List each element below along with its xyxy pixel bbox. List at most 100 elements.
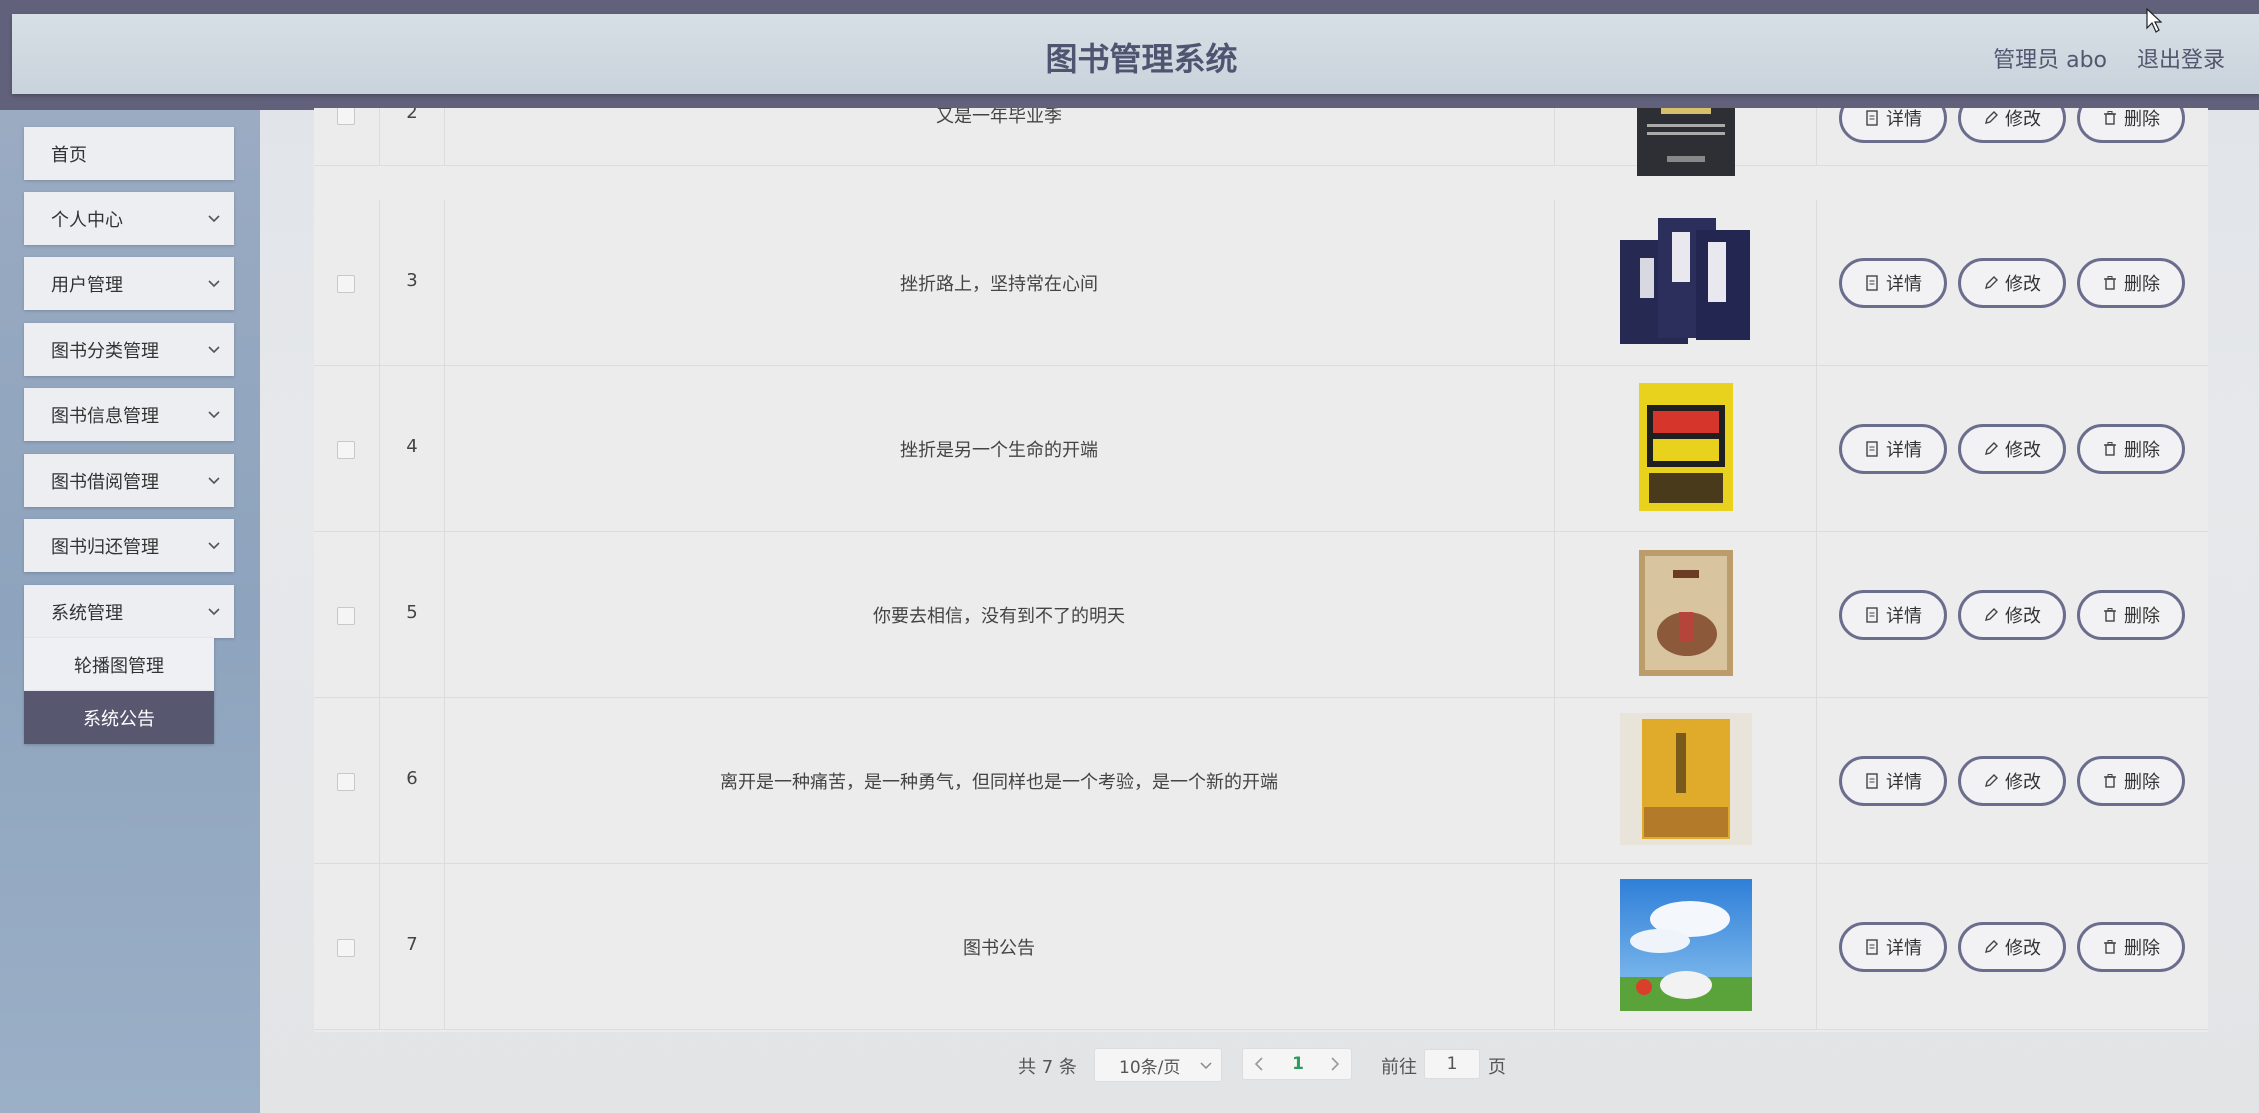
logout-link[interactable]: 退出登录	[2137, 42, 2225, 74]
sidebar-item-system[interactable]: 系统管理	[24, 585, 234, 638]
sidebar-item-book-borrow[interactable]: 图书借阅管理	[24, 454, 234, 507]
sidebar-item-users[interactable]: 用户管理	[24, 257, 234, 310]
delete-label: 删除	[2124, 274, 2160, 295]
total-count: 共 7 条	[1018, 1057, 1077, 1078]
edit-button[interactable]: 修改	[1958, 258, 2066, 308]
submenu-item-label: 系统公告	[83, 708, 155, 730]
row-title: 离开是一种痛苦，是一种勇气，但同样也是一个考验，是一个新的开端	[720, 772, 1278, 793]
goto-page-input[interactable]: 1	[1424, 1049, 1480, 1079]
document-icon	[1866, 939, 1878, 955]
pencil-icon	[1985, 442, 1998, 455]
header-overlay: 图书管理系统 管理员 abo 退出登录	[12, 14, 2259, 94]
submenu-item-carousel[interactable]: 轮播图管理	[24, 638, 214, 691]
sidebar-item-label: 系统管理	[51, 602, 123, 624]
sidebar-item-book-info[interactable]: 图书信息管理	[24, 388, 234, 441]
page-navigator: 1	[1242, 1048, 1352, 1080]
detail-label: 详情	[1886, 274, 1922, 295]
table-row: 7 图书公告 详情 修改 删除	[314, 864, 2208, 1030]
delete-button[interactable]: 删除	[2077, 756, 2185, 806]
book-cover-image	[1620, 215, 1752, 347]
chevron-down-icon	[208, 607, 220, 615]
row-index: 7	[406, 934, 418, 955]
delete-button[interactable]: 删除	[2077, 922, 2185, 972]
table-row: 3 挫折路上，坚持常在心间 详情 修改 删除	[314, 200, 2208, 366]
detail-label: 详情	[1886, 109, 1922, 130]
row-title: 你要去相信，没有到不了的明天	[873, 606, 1125, 627]
table-row: 5 你要去相信，没有到不了的明天 详情 修改 删除	[314, 532, 2208, 698]
mouse-cursor-icon	[2146, 8, 2162, 33]
detail-button[interactable]: 详情	[1839, 922, 1947, 972]
page-title: 图书管理系统	[1045, 40, 1238, 78]
delete-label: 删除	[2124, 109, 2160, 130]
delete-button[interactable]: 删除	[2077, 590, 2185, 640]
row-checkbox[interactable]	[337, 607, 355, 625]
sidebar-item-personal-center[interactable]: 个人中心	[24, 192, 234, 245]
detail-button[interactable]: 详情	[1839, 590, 1947, 640]
pencil-icon	[1985, 940, 1998, 953]
row-checkbox[interactable]	[337, 107, 355, 125]
pencil-icon	[1985, 774, 1998, 787]
pagination: 共 7 条 10条/页 1 前往 1 页	[0, 1036, 2259, 1096]
row-checkbox[interactable]	[337, 939, 355, 957]
detail-button[interactable]: 详情	[1839, 424, 1947, 474]
document-icon	[1866, 110, 1878, 126]
table-row: 6 离开是一种痛苦，是一种勇气，但同样也是一个考验，是一个新的开端 详情 修改 …	[314, 698, 2208, 864]
book-cover-image	[1620, 381, 1752, 513]
row-index: 5	[406, 602, 418, 623]
document-icon	[1866, 773, 1878, 789]
book-cover-image	[1620, 96, 1752, 176]
page-size-select[interactable]: 10条/页	[1094, 1048, 1222, 1082]
delete-label: 删除	[2124, 606, 2160, 627]
row-checkbox[interactable]	[337, 275, 355, 293]
sidebar-item-book-return[interactable]: 图书归还管理	[24, 519, 234, 572]
edit-label: 修改	[2005, 440, 2041, 461]
submenu-item-label: 轮播图管理	[74, 655, 164, 677]
edit-label: 修改	[2005, 606, 2041, 627]
delete-label: 删除	[2124, 938, 2160, 959]
trash-icon	[2104, 608, 2116, 622]
chevron-down-icon	[208, 214, 220, 222]
pencil-icon	[1985, 111, 1998, 124]
sidebar-item-label: 首页	[51, 144, 87, 166]
trash-icon	[2104, 442, 2116, 456]
row-index: 6	[406, 768, 418, 789]
sidebar-item-book-category[interactable]: 图书分类管理	[24, 323, 234, 376]
page-suffix: 页	[1488, 1057, 1506, 1078]
edit-label: 修改	[2005, 938, 2041, 959]
row-title: 挫折是另一个生命的开端	[900, 440, 1098, 461]
edit-button[interactable]: 修改	[1958, 424, 2066, 474]
chevron-right-icon[interactable]	[1329, 1056, 1341, 1072]
sidebar: 首页 个人中心 用户管理 图书分类管理 图书信息管理 图书借阅管理 图书归还管理…	[0, 110, 260, 1113]
detail-button[interactable]: 详情	[1839, 756, 1947, 806]
edit-button[interactable]: 修改	[1958, 756, 2066, 806]
book-cover-image	[1620, 547, 1752, 679]
chevron-down-icon	[208, 541, 220, 549]
detail-button[interactable]: 详情	[1839, 258, 1947, 308]
sidebar-item-label: 图书分类管理	[51, 340, 159, 362]
trash-icon	[2104, 276, 2116, 290]
delete-label: 删除	[2124, 440, 2160, 461]
pencil-icon	[1985, 276, 1998, 289]
trash-icon	[2104, 774, 2116, 788]
row-index: 4	[406, 436, 418, 457]
chevron-down-icon	[208, 345, 220, 353]
delete-label: 删除	[2124, 772, 2160, 793]
row-title: 图书公告	[963, 938, 1035, 959]
chevron-down-icon	[208, 476, 220, 484]
trash-icon	[2104, 111, 2116, 125]
edit-label: 修改	[2005, 274, 2041, 295]
delete-button[interactable]: 删除	[2077, 258, 2185, 308]
edit-button[interactable]: 修改	[1958, 590, 2066, 640]
row-index: 3	[406, 270, 418, 291]
sidebar-item-label: 图书信息管理	[51, 405, 159, 427]
detail-label: 详情	[1886, 772, 1922, 793]
submenu-item-system-notice[interactable]: 系统公告	[24, 691, 214, 744]
sidebar-item-home[interactable]: 首页	[24, 127, 234, 180]
chevron-down-icon	[208, 410, 220, 418]
document-icon	[1866, 441, 1878, 457]
row-checkbox[interactable]	[337, 441, 355, 459]
row-checkbox[interactable]	[337, 773, 355, 791]
edit-button[interactable]: 修改	[1958, 922, 2066, 972]
page-size-value: 10条/页	[1119, 1057, 1181, 1078]
delete-button[interactable]: 删除	[2077, 424, 2185, 474]
